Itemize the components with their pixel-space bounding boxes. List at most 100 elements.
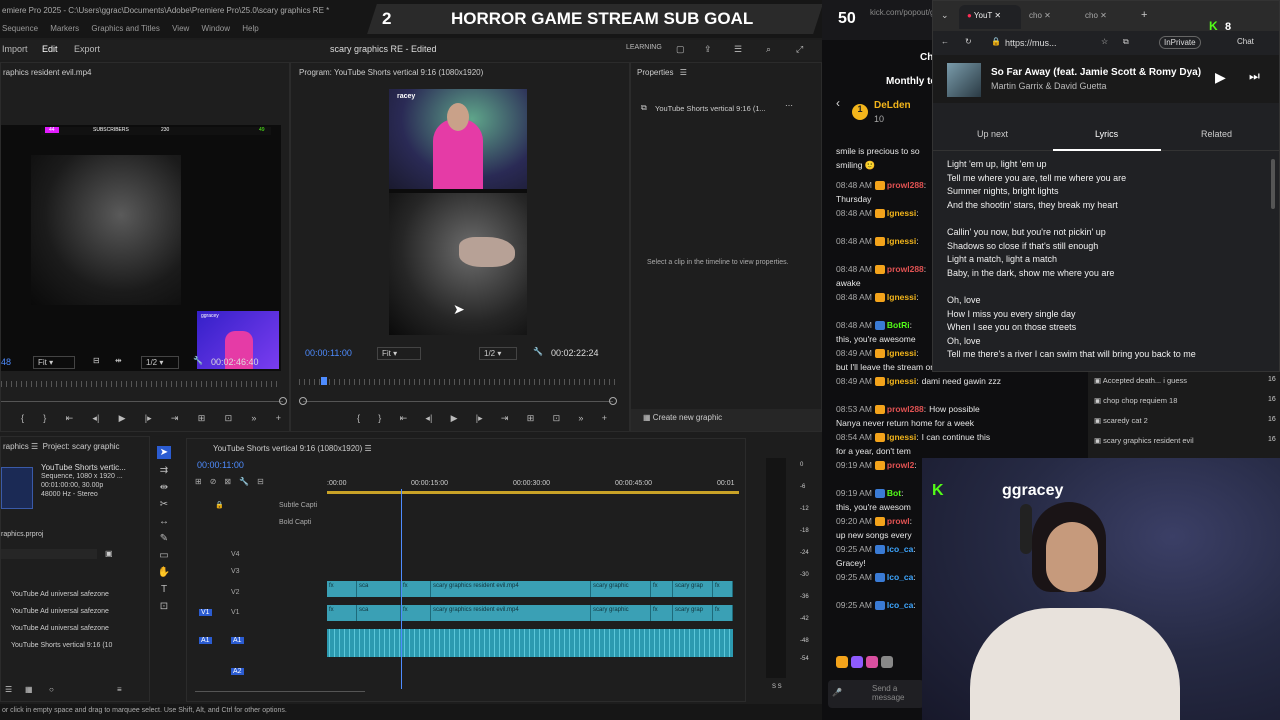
marker-add-icon[interactable]: ⊠ <box>224 477 231 486</box>
clip-v2-6[interactable]: fx <box>651 581 673 597</box>
chat-username[interactable]: lgnessi <box>887 348 916 358</box>
properties-more-icon[interactable]: ⋯ <box>785 101 793 110</box>
menu-window[interactable]: Window <box>202 24 230 33</box>
work-area-bar[interactable] <box>327 491 739 494</box>
clip-v2-1[interactable]: fx <box>327 581 357 597</box>
track-v2[interactable]: V2 <box>231 589 240 596</box>
mark-out-icon[interactable]: } <box>43 413 46 424</box>
hand-icon[interactable]: ✋ <box>158 567 170 578</box>
lock-icon[interactable]: 🔒 <box>215 501 224 509</box>
type-icon[interactable]: T <box>161 584 167 595</box>
program-wrench-icon[interactable]: 🔧 <box>533 347 543 356</box>
add-icon[interactable]: + <box>276 413 281 424</box>
copilot-chat-button[interactable]: Chat <box>1237 37 1254 46</box>
layout-icon[interactable]: ▢ <box>676 44 685 55</box>
chat-send-input[interactable]: 🎤 Send a message <box>828 680 924 708</box>
clip-v2-2[interactable]: sca <box>357 581 401 597</box>
p-mark-out-icon[interactable]: } <box>378 413 381 424</box>
p-go-out-icon[interactable]: ⇥ <box>501 413 509 424</box>
p-step-back-icon[interactable]: ◂| <box>425 413 432 424</box>
clip-v2-8[interactable]: fx <box>713 581 733 597</box>
chat-username[interactable]: lgnessi <box>887 376 916 386</box>
zoom-slider-handle[interactable]: ○ <box>49 685 54 694</box>
chat-username[interactable]: lgnessi <box>887 236 916 246</box>
razor-icon[interactable]: ✂ <box>160 499 168 510</box>
go-in-icon[interactable]: ⇤ <box>66 413 74 424</box>
emote-2-icon[interactable] <box>851 656 863 668</box>
snap-icon[interactable]: ⊞ <box>195 477 202 486</box>
source-ratio-select[interactable]: 1/2 ▾ <box>141 356 179 369</box>
wrench-icon[interactable]: 🔧 <box>193 356 203 365</box>
chat-username[interactable]: lgnessi <box>887 432 916 442</box>
tab-lyrics[interactable]: Lyrics <box>1095 129 1118 139</box>
p-lift-icon[interactable]: ⊞ <box>527 413 535 424</box>
source-zoom-bar[interactable] <box>1 401 283 402</box>
play-button-icon[interactable]: ▶ <box>1215 69 1226 86</box>
menu-icon[interactable]: ☰ <box>734 44 742 55</box>
clip-v1-main[interactable]: scary graphics resident evil.mp4 <box>431 605 591 621</box>
p-mark-in-icon[interactable]: { <box>357 413 360 424</box>
play-icon[interactable]: ▶ <box>119 413 126 424</box>
program-zoom-handle-l[interactable] <box>299 397 307 405</box>
chat-username[interactable]: BotRi <box>887 320 910 330</box>
overwrite-icon[interactable]: ⊡ <box>225 413 233 424</box>
project-item-3[interactable]: YouTube Ad universal safezone <box>11 625 109 632</box>
track-v1[interactable]: V1 <box>231 609 240 616</box>
project-tab-1[interactable]: raphics <box>3 442 29 451</box>
clip-v1-1[interactable]: fx <box>327 605 357 621</box>
project-item-2[interactable]: YouTube Ad universal safezone <box>11 608 109 615</box>
time-ruler[interactable]: :00:00 00:00:15:00 00:00:30:00 00:00:45:… <box>327 477 741 491</box>
video-item-3[interactable]: ▣ scaredy cat 2 <box>1094 416 1148 425</box>
chat-username[interactable]: Bot <box>887 488 901 498</box>
menu-markers[interactable]: Markers <box>50 24 79 33</box>
step-fwd-icon[interactable]: |▸ <box>145 413 152 424</box>
mark-in-icon[interactable]: { <box>21 413 24 424</box>
clip-v1-5[interactable]: scary graphic <box>591 605 651 621</box>
menu-help[interactable]: Help <box>242 24 258 33</box>
browser-tab-2[interactable]: cho ✕ <box>1029 11 1051 20</box>
p-play-icon[interactable]: ▶ <box>451 413 458 424</box>
inprivate-badge[interactable]: InPrivate <box>1159 36 1201 49</box>
chat-username[interactable]: lco_ca <box>887 600 913 610</box>
video-item-1[interactable]: ▣ Accepted death... i guess <box>1094 376 1187 385</box>
ripple-edit-icon[interactable]: ⇹ <box>160 482 168 493</box>
create-graphic-button[interactable]: ▦ Create new graphic <box>631 409 821 431</box>
clip-v2-main[interactable]: scary graphics resident evil.mp4 <box>431 581 591 597</box>
timeline-playhead[interactable] <box>401 489 402 689</box>
marker-icon[interactable]: ⊟ <box>93 356 100 365</box>
search-icon[interactable]: ⌕ <box>766 44 771 55</box>
p-add-icon[interactable]: + <box>602 413 607 424</box>
learning-label[interactable]: LEARNING <box>626 44 662 51</box>
source-patch-v1[interactable]: V1 <box>199 609 212 616</box>
timeline-timecode[interactable]: 00:00:11:00 <box>197 460 244 470</box>
chat-username[interactable]: lco_ca <box>887 544 913 554</box>
program-ratio-select[interactable]: 1/2 ▾ <box>479 347 517 360</box>
browser-tab-3[interactable]: cho ✕ <box>1085 11 1107 20</box>
program-zoom-handle-r[interactable] <box>609 397 617 405</box>
track-select-icon[interactable]: ⇉ <box>160 465 168 476</box>
sequence-thumbnail[interactable] <box>1 467 33 509</box>
top-user[interactable]: DeLden <box>874 100 911 111</box>
back-icon[interactable]: ← <box>941 37 949 46</box>
chat-username[interactable]: prowl288 <box>887 180 924 190</box>
clip-v1-3[interactable]: fx <box>401 605 431 621</box>
project-search[interactable] <box>1 549 97 559</box>
tab-up-next[interactable]: Up next <box>977 129 1008 139</box>
clip-v2-7[interactable]: scary grap <box>673 581 713 597</box>
chat-username[interactable]: prowl288 <box>887 404 924 414</box>
meter-solo[interactable]: S S <box>772 684 782 690</box>
go-out-icon[interactable]: ⇥ <box>171 413 179 424</box>
collections-icon[interactable]: ⧉ <box>1123 37 1129 47</box>
clip-v2-5[interactable]: scary graphic <box>591 581 651 597</box>
chat-username[interactable]: lgnessi <box>887 292 916 302</box>
selection-tool-icon[interactable]: ➤ <box>156 446 172 459</box>
emote-1-icon[interactable] <box>836 656 848 668</box>
clip-v1-2[interactable]: sca <box>357 605 401 621</box>
icon-view-icon[interactable]: ▦ <box>25 685 33 694</box>
project-tab-2[interactable]: Project: scary graphic <box>43 442 120 451</box>
address-bar[interactable]: https://mus... <box>1005 38 1057 48</box>
project-item-4[interactable]: YouTube Shorts vertical 9:16 (10 <box>11 642 112 649</box>
clip-v1-8[interactable]: fx <box>713 605 733 621</box>
track-v3[interactable]: V3 <box>231 568 240 575</box>
more-icon[interactable]: » <box>251 413 256 424</box>
